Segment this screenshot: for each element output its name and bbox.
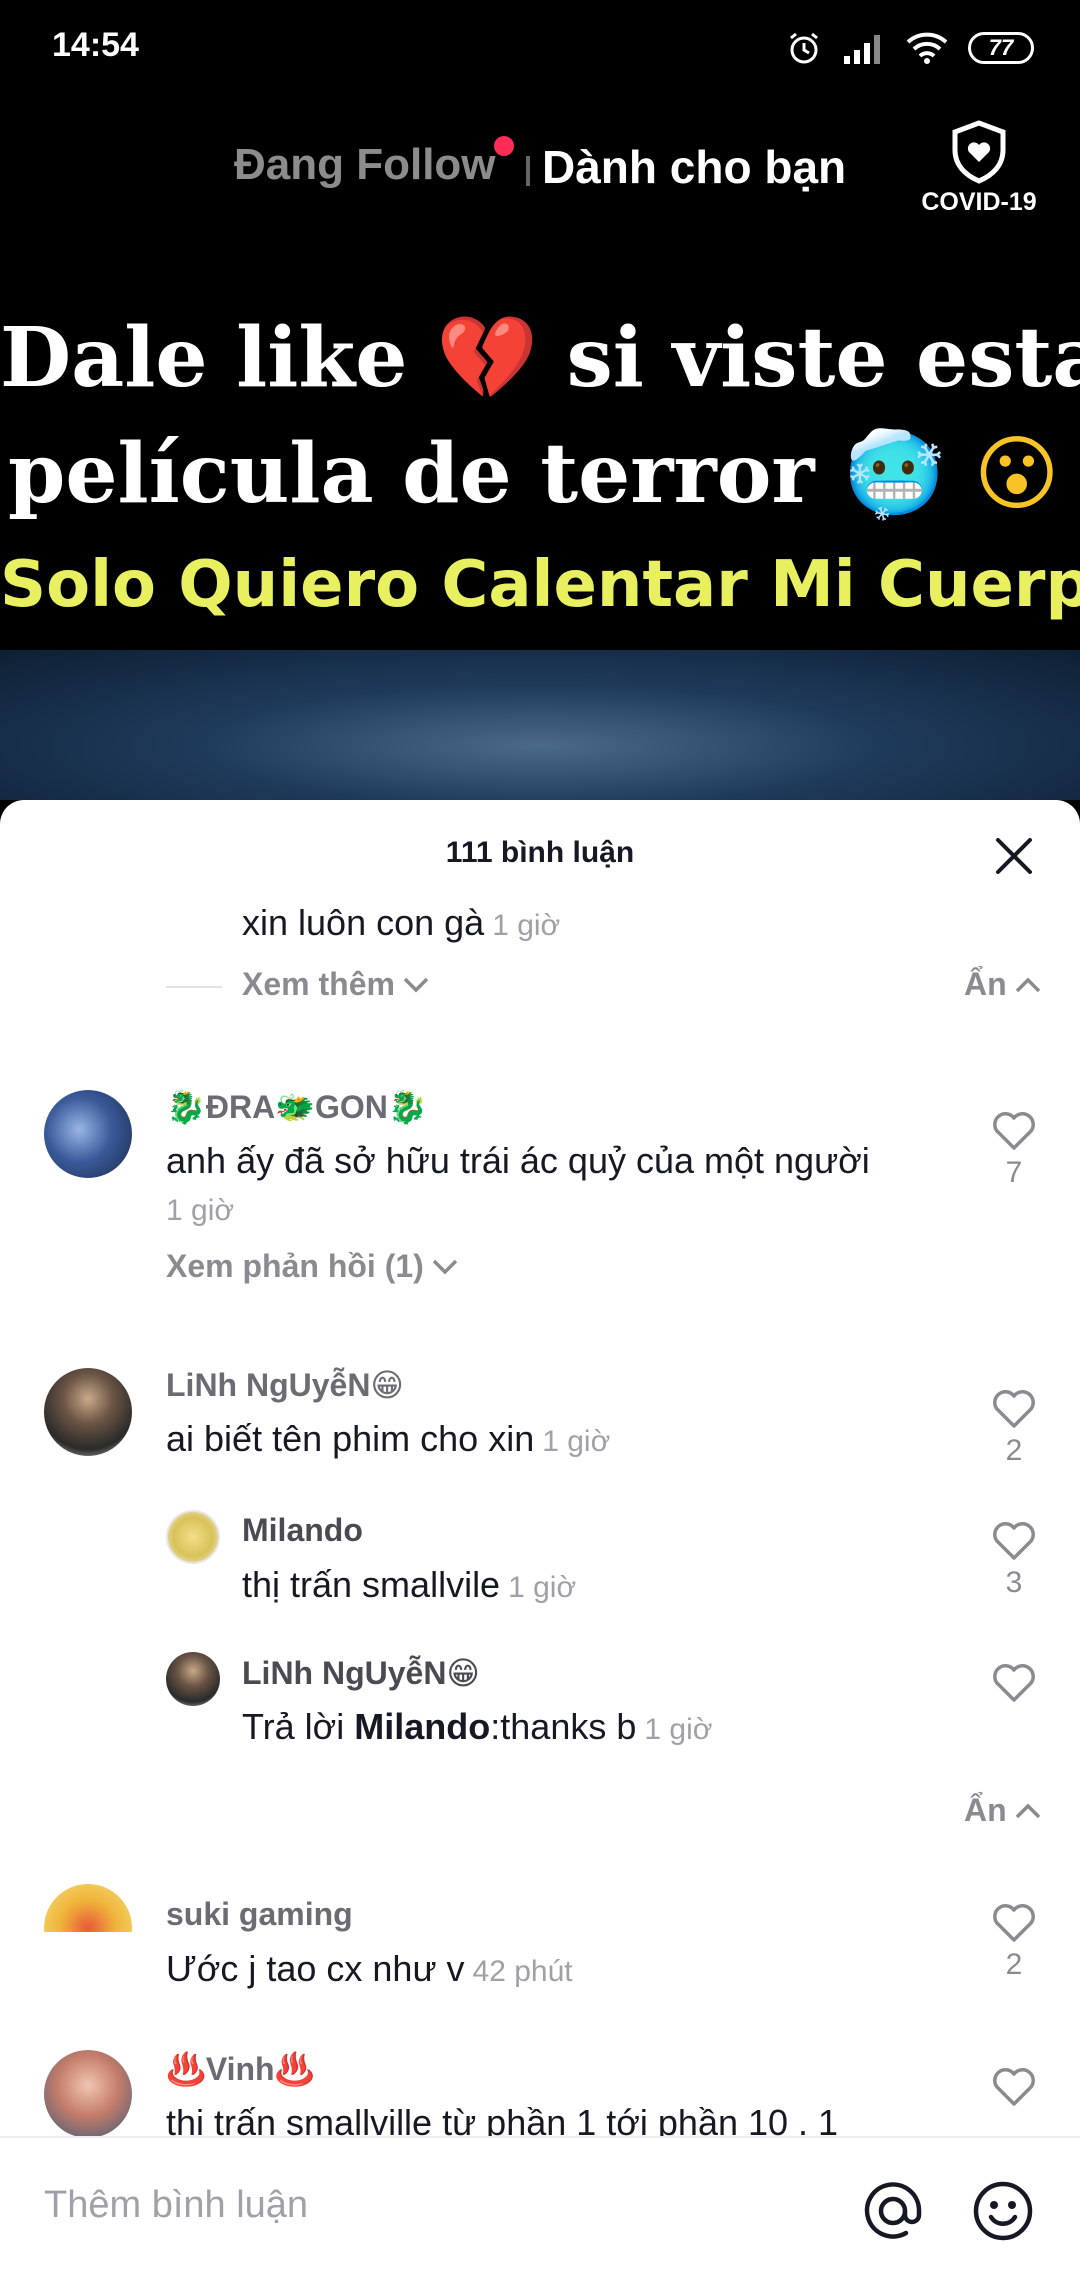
reply-prefix: Trả lời (242, 1706, 355, 1747)
like-button[interactable] (979, 2066, 1049, 2108)
tab-separator (526, 156, 530, 186)
divider (166, 986, 222, 988)
comment-input[interactable]: Thêm bình luận (44, 2184, 308, 2227)
heart-icon (993, 1390, 1035, 1428)
like-button[interactable] (979, 1662, 1049, 1704)
comment-time: 1 giờ (542, 1425, 611, 1458)
video-caption-line-2: película de terror 🥶 😮 (8, 426, 1080, 523)
comment-time: 42 phút (472, 1955, 573, 1988)
comment-body: Ước j tao cx như v (166, 1948, 465, 1989)
video-caption-line-3: Solo Quiero Calentar Mi Cuerpo (0, 548, 1080, 622)
chevron-down-icon (403, 977, 429, 992)
covid-label: COVID-19 (921, 188, 1037, 216)
emoji-icon[interactable] (972, 2180, 1034, 2242)
comment-text: ai biết tên phim cho xin 1 giờ (166, 1418, 610, 1460)
avatar[interactable] (44, 1368, 132, 1456)
comments-header: 111 bình luận (0, 800, 1080, 900)
reply-body: :thanks b (490, 1706, 637, 1747)
comment-body: ai biết tên phim cho xin (166, 1418, 535, 1459)
alarm-icon (790, 32, 818, 64)
avatar[interactable] (166, 1652, 220, 1706)
hide-replies-link[interactable]: Ẩn (964, 966, 1043, 1003)
status-icons: 77 (786, 26, 1034, 70)
comments-sheet: 111 bình luận xin luôn con gà 1 giờ Xem t… (0, 800, 1080, 2280)
top-nav: Đang Follow Dành cho bạn COVID-19 (0, 120, 1080, 220)
caption-text: película de terror (8, 426, 815, 522)
tab-for-you[interactable]: Dành cho bạn (542, 140, 846, 194)
like-count: 2 (1005, 1948, 1023, 1981)
reply-text: thị trấn smallvile 1 giờ (242, 1564, 576, 1606)
like-count: 2 (1005, 1434, 1023, 1467)
status-bar: 14:54 77 (0, 0, 1080, 96)
covid-button[interactable]: COVID-19 (912, 120, 1046, 230)
like-button[interactable]: 7 (979, 1110, 1049, 1190)
comment-text: Ước j tao cx như v 42 phút (166, 1948, 573, 1990)
cold-face-icon: 🥶 (843, 427, 946, 522)
video-caption-line-1: Dale like 💔 si viste esta (0, 310, 1080, 407)
astonished-face-icon: 😮 (973, 427, 1060, 522)
heart-icon (993, 1904, 1035, 1942)
avatar[interactable] (44, 1884, 132, 1932)
comment-list[interactable]: xin luôn con gà 1 giờ Xem thêm Ẩn 🐉ĐRA🐲GO… (0, 900, 1080, 1932)
see-more-label: Xem thêm (242, 966, 395, 1002)
video-frame (0, 650, 1080, 800)
comment-body: xin luôn con gà (242, 902, 485, 943)
reply-mention[interactable]: Milando (354, 1706, 490, 1747)
reply-time: 1 giờ (508, 1571, 577, 1604)
reply-author-name: LiNh NgUyễN😁 (242, 1655, 480, 1691)
see-more-link[interactable]: Xem thêm (242, 966, 431, 1003)
view-replies-label: Xem phản hồi (1) (166, 1248, 424, 1284)
broken-heart-icon: 💔 (435, 311, 539, 406)
reply-body: thị trấn smallvile (242, 1564, 501, 1605)
caption-text: Dale like (0, 310, 408, 406)
heart-icon (993, 1112, 1035, 1150)
status-time: 14:54 (52, 26, 139, 64)
reply-author[interactable]: Milando (242, 1512, 363, 1549)
avatar[interactable] (44, 2050, 132, 2138)
view-replies-link[interactable]: Xem phản hồi (1) (166, 1248, 460, 1285)
like-button[interactable]: 2 (979, 1388, 1049, 1468)
comment-time: 1 giờ (492, 909, 561, 942)
comment-author[interactable]: ♨️Vinh♨️ (166, 2050, 314, 2088)
reply-text: Trả lời Milando:thanks b1 giờ (242, 1706, 712, 1748)
caption-text: si viste esta (566, 310, 1080, 406)
like-button[interactable]: 2 (979, 1902, 1049, 1982)
comment-input-bar: Thêm bình luận (0, 2136, 1080, 2280)
tab-following[interactable]: Đang Follow (234, 140, 496, 190)
video-player[interactable]: Dale like 💔 si viste esta película de te… (0, 270, 1080, 800)
like-count: 3 (1005, 1566, 1023, 1599)
shield-heart-icon (952, 120, 1006, 184)
comment-text: xin luôn con gà 1 giờ (242, 902, 560, 944)
comment-author[interactable]: suki gaming (166, 1896, 353, 1933)
comment-text: anh ấy đã sở hữu trái ác quỷ của một ngư… (166, 1140, 870, 1181)
comment-author[interactable]: LiNh NgUyễN😁 (166, 1366, 404, 1404)
hide-label: Ẩn (964, 966, 1007, 1002)
avatar[interactable] (44, 1090, 132, 1178)
mention-icon[interactable] (862, 2180, 924, 2242)
hide-replies-link[interactable]: Ẩn (964, 1792, 1043, 1829)
hide-label: Ẩn (964, 1792, 1007, 1828)
chevron-up-icon (1015, 977, 1040, 992)
like-button[interactable]: 3 (979, 1520, 1049, 1600)
battery-indicator: 77 (968, 32, 1034, 64)
like-count: 7 (1005, 1156, 1023, 1189)
chevron-up-icon (1015, 1803, 1040, 1818)
comment-author[interactable]: 🐉ĐRA🐲GON🐉 (166, 1088, 428, 1126)
reply-author-name: Milando (242, 1512, 363, 1548)
heart-icon (993, 1664, 1035, 1702)
reply-time: 1 giờ (644, 1713, 713, 1746)
heart-icon (993, 1522, 1035, 1560)
notification-dot (494, 136, 514, 156)
avatar[interactable] (166, 1510, 220, 1564)
comment-time: 1 giờ (166, 1194, 235, 1227)
reply-author[interactable]: LiNh NgUyễN😁 (242, 1654, 480, 1692)
signal-icon (844, 35, 880, 64)
close-icon[interactable] (992, 834, 1036, 878)
chevron-down-icon (432, 1259, 458, 1274)
comment-count: 111 bình luận (445, 836, 635, 869)
heart-icon (993, 2068, 1035, 2106)
wifi-icon (906, 32, 948, 64)
